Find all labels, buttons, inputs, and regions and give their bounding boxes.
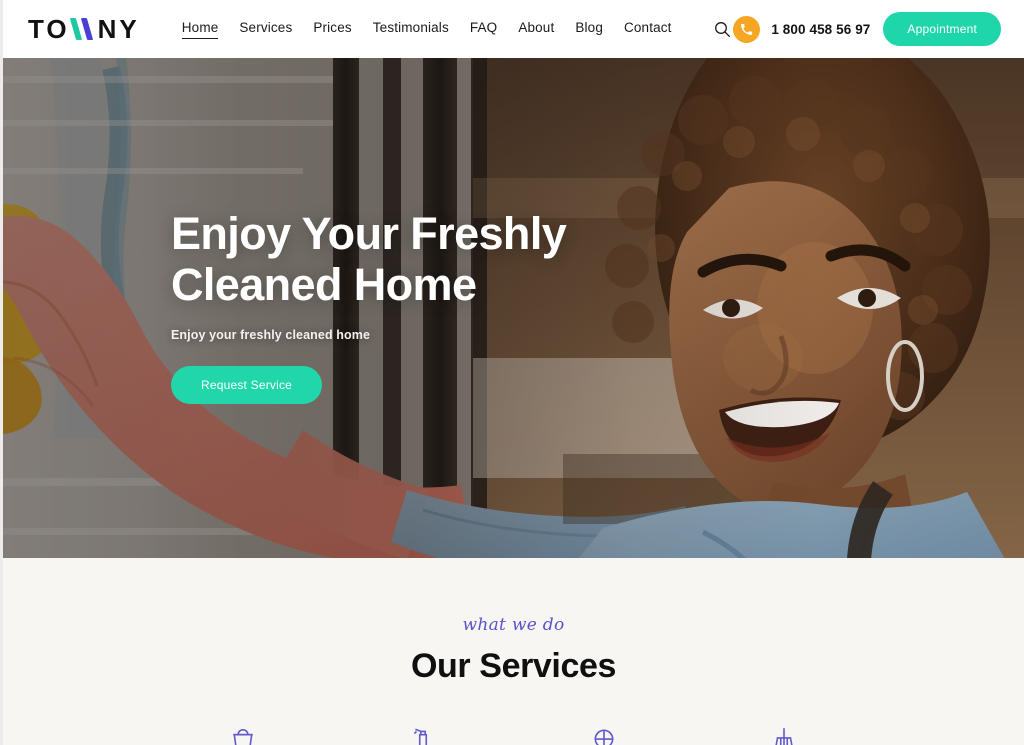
service-icon-row bbox=[3, 726, 1024, 745]
nav-item-contact[interactable]: Contact bbox=[624, 20, 672, 38]
hero-title-line-2: Cleaned Home bbox=[171, 259, 477, 311]
services-title: Our Services bbox=[411, 647, 616, 685]
appointment-button[interactable]: Appointment bbox=[883, 12, 1001, 46]
service-card-4[interactable] bbox=[694, 726, 874, 745]
service-card-2[interactable] bbox=[333, 726, 513, 745]
brand-logo-prefix: TO bbox=[28, 14, 70, 44]
services-eyebrow: what we do bbox=[462, 615, 565, 635]
hero-title: Enjoy Your Freshly Cleaned Home bbox=[171, 208, 567, 311]
nav-item-blog[interactable]: Blog bbox=[575, 20, 603, 38]
page-root: TO NY Home Services Prices Testimonials … bbox=[0, 0, 1024, 745]
spray-bottle-icon bbox=[410, 726, 436, 745]
service-card-1[interactable] bbox=[153, 726, 333, 745]
bucket-icon bbox=[230, 726, 256, 745]
nav-item-about[interactable]: About bbox=[518, 20, 554, 38]
brand-logo-suffix: NY bbox=[97, 14, 140, 44]
request-service-button[interactable]: Request Service bbox=[171, 365, 323, 404]
broom-icon bbox=[771, 726, 797, 745]
main-navigation: Home Services Prices Testimonials FAQ Ab… bbox=[181, 20, 672, 39]
nav-item-prices[interactable]: Prices bbox=[313, 20, 351, 38]
phone-icon bbox=[733, 15, 761, 43]
nav-item-services[interactable]: Services bbox=[239, 20, 292, 38]
search-icon[interactable] bbox=[712, 18, 734, 40]
services-section: what we do Our Services bbox=[3, 558, 1024, 745]
hero-content: Enjoy Your Freshly Cleaned Home Enjoy yo… bbox=[171, 208, 567, 404]
hero-section: Enjoy Your Freshly Cleaned Home Enjoy yo… bbox=[3, 58, 1024, 558]
phone-number: 1 800 458 56 97 bbox=[771, 21, 871, 37]
brand-logo[interactable]: TO NY bbox=[28, 16, 140, 42]
hero-subtitle: Enjoy your freshly cleaned home bbox=[171, 327, 370, 342]
phone-contact[interactable]: 1 800 458 56 97 bbox=[733, 15, 871, 43]
brand-logo-w-icon bbox=[69, 18, 97, 40]
window-clean-icon bbox=[591, 726, 617, 745]
nav-item-faq[interactable]: FAQ bbox=[470, 20, 497, 38]
service-card-3[interactable] bbox=[514, 726, 694, 745]
hero-title-line-1: Enjoy Your Freshly bbox=[171, 208, 567, 259]
nav-item-testimonials[interactable]: Testimonials bbox=[373, 20, 449, 38]
nav-item-home[interactable]: Home bbox=[181, 20, 219, 39]
site-header: TO NY Home Services Prices Testimonials … bbox=[3, 0, 1024, 58]
header-right-group: 1 800 458 56 97 Appointment bbox=[733, 12, 1001, 46]
